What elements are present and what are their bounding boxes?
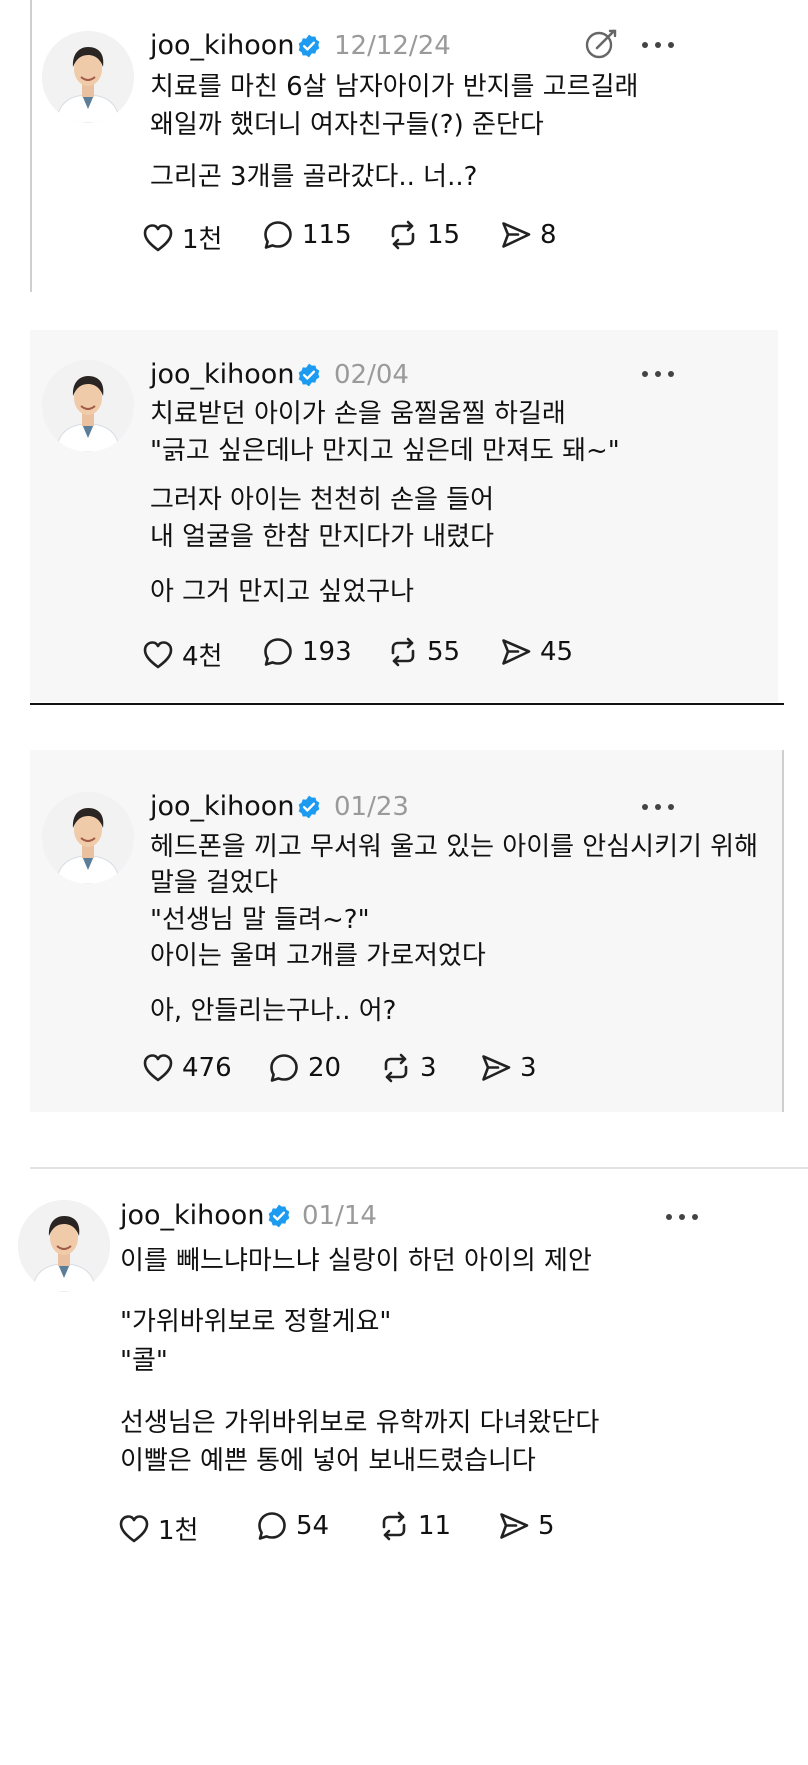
- like-button[interactable]: 1천: [118, 1510, 198, 1547]
- speech-bubble-icon: [262, 636, 294, 668]
- post-text-line: 아이는 울며 고개를 가로저었다: [150, 941, 486, 971]
- repost-icon: [378, 1510, 410, 1542]
- avatar[interactable]: [42, 31, 134, 123]
- like-button[interactable]: 476: [142, 1052, 232, 1084]
- verified-badge-icon: [296, 794, 322, 820]
- post-text-line: 치료받던 아이가 손을 움찔움찔 하길래: [150, 399, 566, 429]
- avatar[interactable]: [42, 360, 134, 452]
- repost-count: 15: [427, 220, 461, 250]
- repost-button[interactable]: 3: [380, 1052, 437, 1084]
- reply-button[interactable]: 193: [262, 636, 352, 668]
- username[interactable]: joo_kihoon: [150, 791, 294, 822]
- reply-button[interactable]: 115: [262, 219, 352, 251]
- send-icon: [500, 219, 532, 251]
- repost-button[interactable]: 55: [387, 636, 460, 668]
- like-button[interactable]: 4천: [142, 636, 222, 673]
- repost-icon: [387, 636, 419, 668]
- send-icon: [500, 636, 532, 668]
- repost-button[interactable]: 15: [387, 219, 460, 251]
- post-text-line: "선생님 말 들려~?": [150, 905, 370, 935]
- edit-icon[interactable]: [584, 27, 618, 61]
- post-text-line: 왜일까 했더니 여자친구들(?) 준단다: [150, 110, 544, 140]
- verified-badge-icon: [296, 362, 322, 388]
- like-count: 4천: [182, 642, 223, 672]
- heart-icon: [142, 639, 174, 671]
- post-text-line: 이를 빼느냐마느냐 실랑이 하던 아이의 제안: [120, 1246, 592, 1276]
- thread-post: joo_kihoon 02/04 치료받던 아이가 손을 움찔움찔 하길래 "긁…: [0, 330, 808, 702]
- share-count: 45: [540, 637, 574, 667]
- reply-count: 20: [308, 1053, 342, 1083]
- send-icon: [498, 1510, 530, 1542]
- post-text-line: 그리곤 3개를 골라갔다.. 너..?: [150, 162, 478, 192]
- more-options-icon[interactable]: [664, 1212, 700, 1222]
- post-text-line: "가위바위보로 정할게요": [120, 1307, 392, 1337]
- share-button[interactable]: 5: [498, 1510, 555, 1542]
- repost-icon: [387, 219, 419, 251]
- share-button[interactable]: 45: [500, 636, 573, 668]
- reply-count: 54: [296, 1511, 330, 1541]
- post-text-line: 말을 걸었다: [150, 868, 278, 898]
- username[interactable]: joo_kihoon: [120, 1200, 264, 1231]
- post-date[interactable]: 02/04: [334, 360, 409, 390]
- speech-bubble-icon: [268, 1052, 300, 1084]
- avatar[interactable]: [18, 1200, 110, 1292]
- verified-badge-icon: [266, 1203, 292, 1229]
- heart-icon: [118, 1513, 150, 1545]
- thread-post: joo_kihoon 01/23 헤드폰을 끼고 무서워 울고 있는 아이를 안…: [0, 750, 808, 1112]
- more-options-icon[interactable]: [640, 802, 676, 812]
- repost-count: 55: [427, 637, 461, 667]
- like-count: 1천: [158, 1516, 199, 1546]
- share-button[interactable]: 8: [500, 219, 557, 251]
- like-count: 476: [182, 1053, 232, 1083]
- username[interactable]: joo_kihoon: [150, 359, 294, 390]
- thread-post: joo_kihoon 01/14 이를 빼느냐마느냐 실랑이 하던 아이의 제안…: [0, 1168, 808, 1765]
- post-text-line: 아, 안들리는구나.. 어?: [150, 996, 397, 1026]
- post-text-line: 그러자 아이는 천천히 손을 들어: [150, 485, 495, 515]
- send-icon: [480, 1052, 512, 1084]
- more-options-icon[interactable]: [640, 40, 676, 50]
- reply-button[interactable]: 20: [268, 1052, 341, 1084]
- post-text-line: 치료를 마친 6살 남자아이가 반지를 고르길래: [150, 72, 639, 102]
- reply-button[interactable]: 54: [256, 1510, 329, 1542]
- post-text-line: "긁고 싶은데나 만지고 싶은데 만져도 돼~": [150, 436, 620, 466]
- post-text-line: "콜": [120, 1346, 168, 1376]
- post-date[interactable]: 01/14: [302, 1201, 377, 1231]
- repost-count: 3: [420, 1053, 437, 1083]
- like-count: 1천: [182, 225, 223, 255]
- avatar[interactable]: [42, 792, 134, 884]
- share-count: 8: [540, 220, 557, 250]
- username[interactable]: joo_kihoon: [150, 30, 294, 61]
- post-text-line: 이빨은 예쁜 통에 넣어 보내드렸습니다: [120, 1446, 536, 1476]
- post-text-line: 아 그거 만지고 싶었구나: [150, 577, 414, 607]
- verified-badge-icon: [296, 33, 322, 59]
- heart-icon: [142, 222, 174, 254]
- post-date[interactable]: 01/23: [334, 792, 409, 822]
- share-count: 5: [538, 1511, 555, 1541]
- post-date[interactable]: 12/12/24: [334, 31, 451, 61]
- repost-count: 11: [418, 1511, 452, 1541]
- share-count: 3: [520, 1053, 537, 1083]
- post-text-line: 내 얼굴을 한참 만지다가 내렸다: [150, 522, 495, 552]
- repost-button[interactable]: 11: [378, 1510, 451, 1542]
- more-options-icon[interactable]: [640, 369, 676, 379]
- reply-count: 193: [302, 637, 352, 667]
- thread-post: joo_kihoon 12/12/24 치료를 마친 6살 남자아이가 반지를 …: [0, 0, 808, 292]
- speech-bubble-icon: [262, 219, 294, 251]
- repost-icon: [380, 1052, 412, 1084]
- separator-line: [30, 703, 784, 705]
- heart-icon: [142, 1052, 174, 1084]
- speech-bubble-icon: [256, 1510, 288, 1542]
- post-text-line: 선생님은 가위바위보로 유학까지 다녀왔단다: [120, 1408, 600, 1438]
- like-button[interactable]: 1천: [142, 219, 222, 256]
- share-button[interactable]: 3: [480, 1052, 537, 1084]
- post-text-line: 헤드폰을 끼고 무서워 울고 있는 아이를 안심시키기 위해: [150, 832, 759, 862]
- reply-count: 115: [302, 220, 352, 250]
